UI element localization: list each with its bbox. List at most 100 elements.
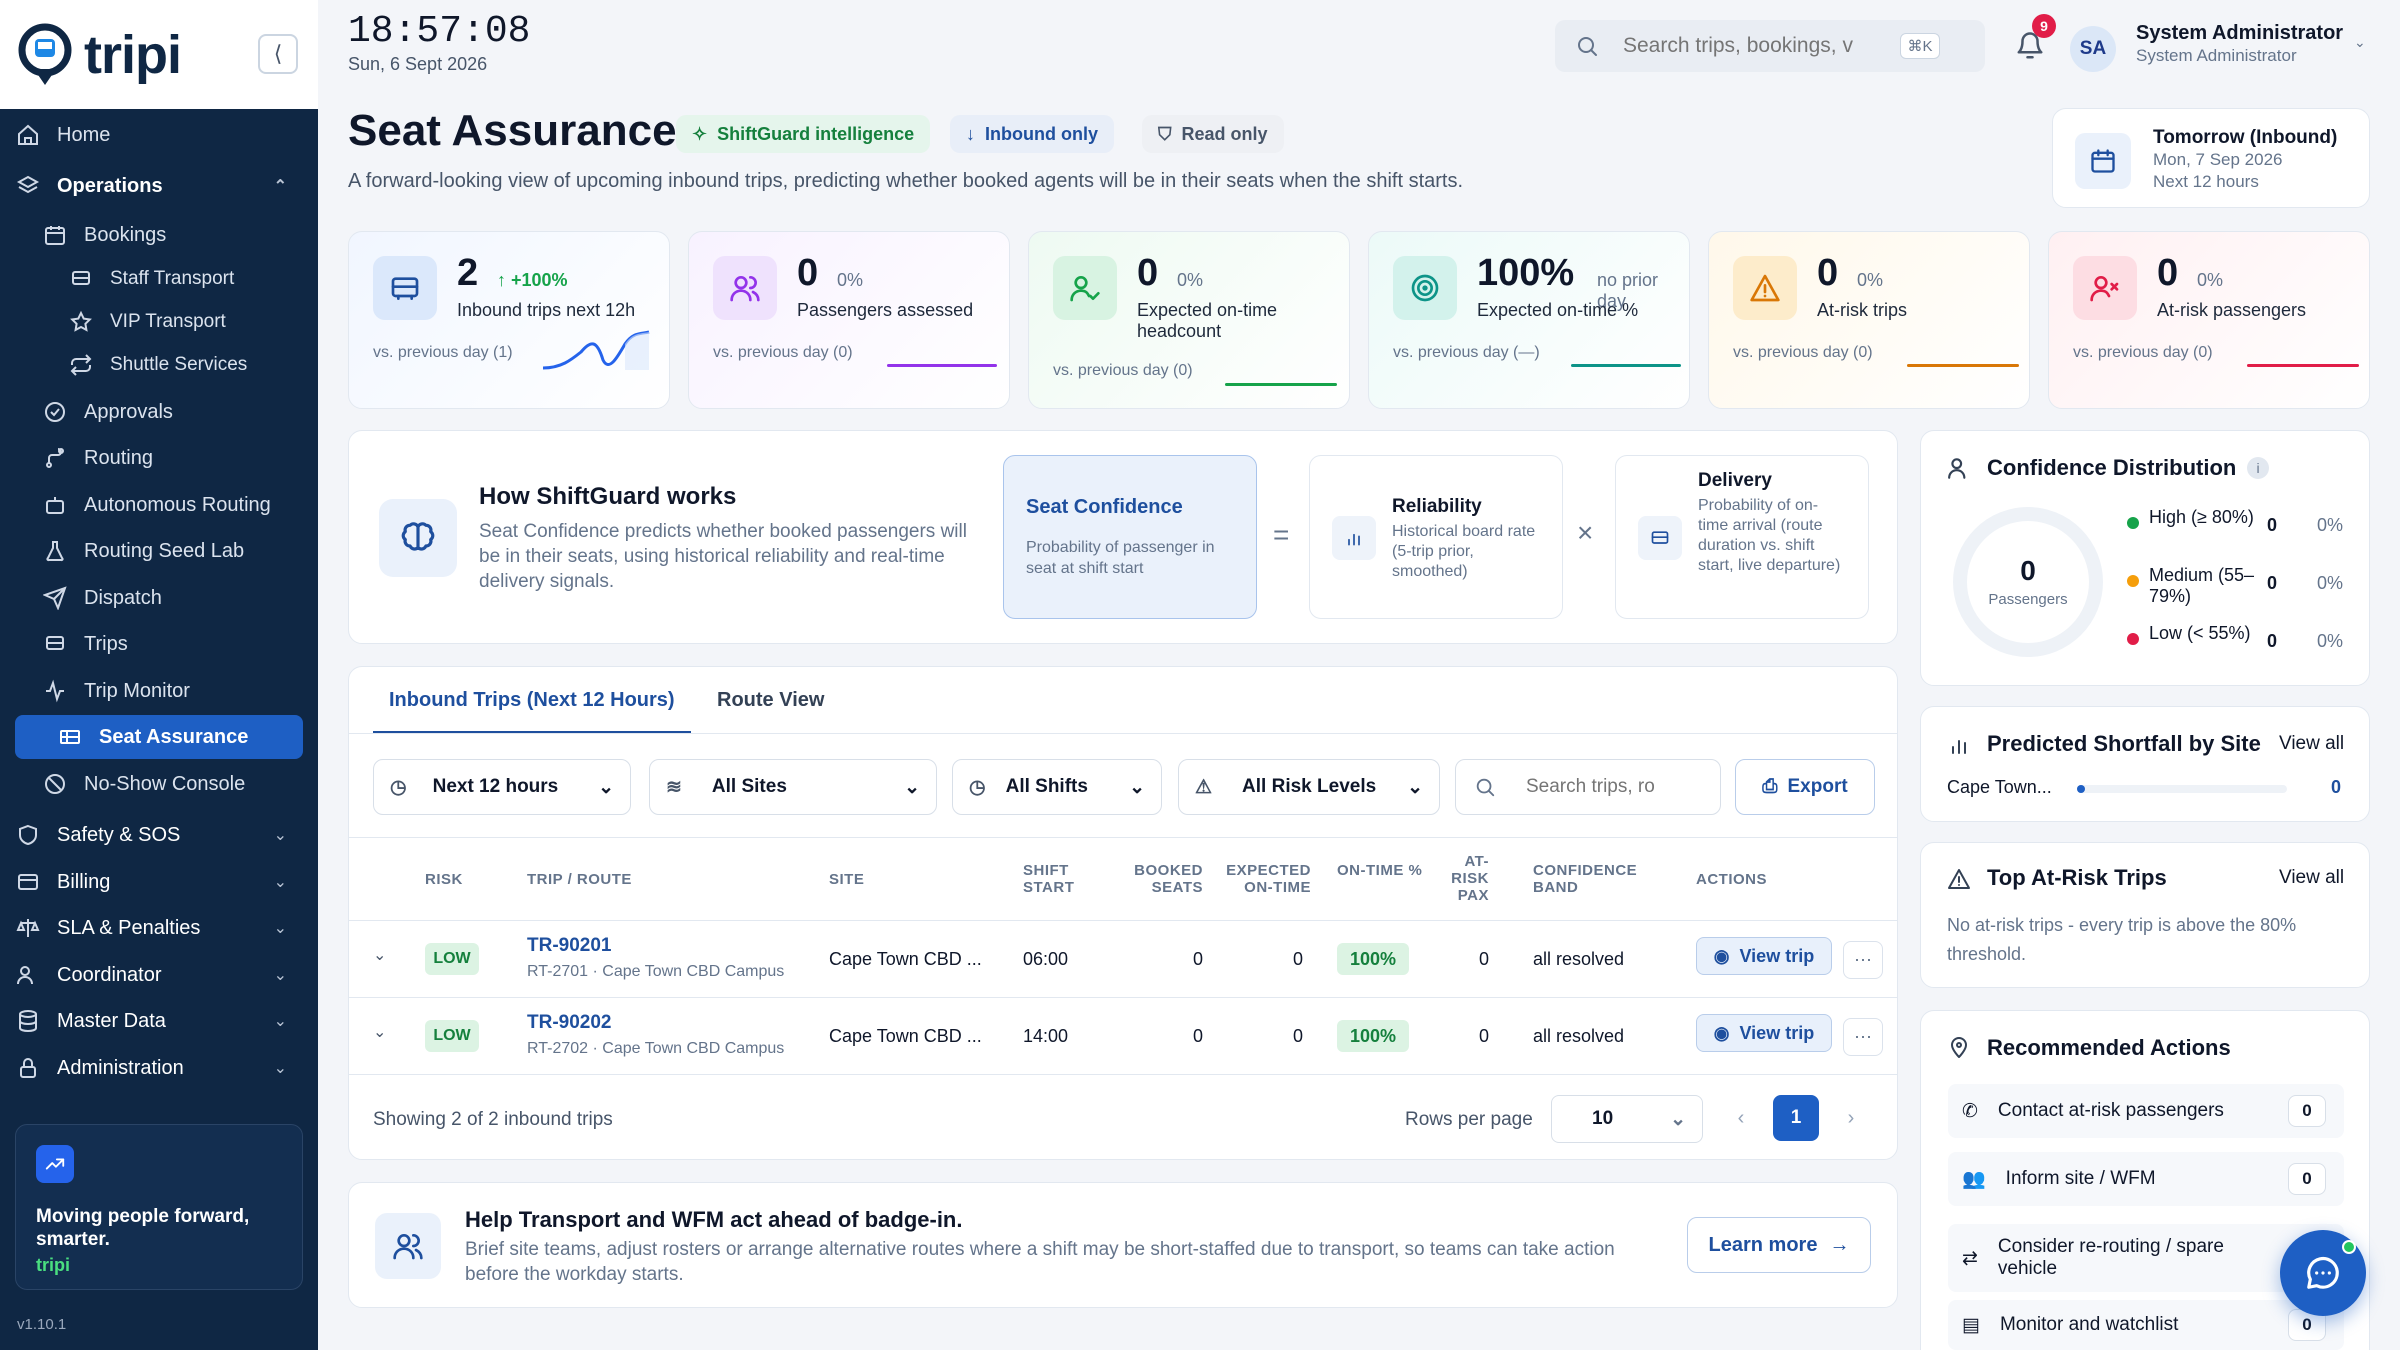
learn-more-button[interactable]: Learn more →	[1687, 1217, 1871, 1273]
prev-page-button[interactable]: ‹	[1719, 1095, 1763, 1141]
clock-time: 18:57:08	[348, 10, 531, 53]
chevron-down-icon: ⌄	[273, 827, 287, 844]
table-row[interactable]: ⌄ LOW TR-90201 RT-2701 · Cape Town CBD C…	[349, 921, 1897, 997]
sparkle-icon: ✧	[692, 123, 708, 144]
global-search[interactable]: ⌘K	[1555, 20, 1985, 72]
sidebar-item-routing[interactable]: Routing	[42, 436, 303, 480]
sidebar-item-no-show-console[interactable]: No-Show Console	[42, 762, 303, 806]
page-button-1[interactable]: 1	[1773, 1095, 1819, 1141]
kpi-value: 0	[1817, 252, 1839, 294]
trip-booked: 0	[1192, 949, 1203, 969]
users-icon	[713, 256, 777, 320]
rows-per-page-select[interactable]: 10 ⌄	[1551, 1095, 1703, 1143]
at-risk-empty: No at-risk trips - every trip is above t…	[1947, 915, 2297, 964]
sidebar-item-seat-assurance[interactable]: Seat Assurance	[15, 715, 303, 759]
col-booked-seats: BOOKED SEATS	[1134, 862, 1203, 896]
kpi-value: 0	[2157, 252, 2179, 294]
more-actions-button[interactable]: ⋯	[1843, 941, 1883, 979]
sidebar-item-billing[interactable]: Billing ⌄	[15, 860, 303, 904]
chevron-down-icon[interactable]: ⌄	[2354, 34, 2366, 51]
search-input[interactable]	[1623, 32, 1863, 60]
action-contact-passengers[interactable]: ✆ Contact at-risk passengers 0	[1948, 1084, 2344, 1138]
inbound-trips-card: Inbound Trips (Next 12 Hours) Route View…	[348, 666, 1898, 1160]
window-date: Mon, 7 Sep 2026	[2153, 150, 2283, 169]
risk-filter[interactable]: ⚠ All Risk Levels ⌄	[1178, 759, 1440, 815]
notification-count: 9	[2032, 14, 2056, 38]
sidebar-item-vip-transport[interactable]: VIP Transport	[68, 300, 303, 344]
window-filter[interactable]: ◷ Next 12 hours ⌄	[373, 759, 631, 815]
scale-icon	[15, 915, 41, 941]
band-medium: Medium (55–79%) 0 0%	[2127, 565, 2357, 609]
sidebar-item-shuttle-services[interactable]: Shuttle Services	[68, 343, 303, 387]
flask-icon	[42, 538, 68, 564]
avatar[interactable]: SA	[2070, 26, 2116, 72]
sidebar-item-safety-sos[interactable]: Safety & SOS ⌄	[15, 813, 303, 857]
sidebar-item-dispatch[interactable]: Dispatch	[42, 576, 303, 620]
more-actions-button[interactable]: ⋯	[1843, 1018, 1883, 1056]
bus-icon	[1638, 516, 1682, 560]
user-name[interactable]: System Administrator	[2136, 22, 2343, 45]
risk-badge: LOW	[425, 943, 479, 975]
sidebar-item-administration[interactable]: Administration ⌄	[15, 1046, 303, 1090]
action-monitor[interactable]: ▤ Monitor and watchlist 0	[1948, 1300, 2344, 1350]
expand-row-icon[interactable]: ⌄	[373, 1022, 386, 1042]
users-icon: 👥	[1962, 1169, 1986, 1190]
kpi-vs: vs. previous day (1)	[373, 344, 513, 361]
trip-at-risk: 0	[1478, 949, 1489, 969]
sidebar-item-staff-transport[interactable]: Staff Transport	[68, 257, 303, 301]
trip-link[interactable]: TR-90201	[527, 935, 612, 957]
app-version: v1.10.1	[17, 1316, 67, 1333]
kpi-sparkline	[2247, 364, 2359, 367]
kpi-delta: ↑ +100%	[497, 270, 568, 290]
time-window-card[interactable]: Tomorrow (Inbound) Mon, 7 Sep 2026 Next …	[2052, 108, 2370, 208]
shift-filter[interactable]: ◷ All Shifts ⌄	[952, 759, 1162, 815]
kpi-sparkline	[1571, 364, 1681, 367]
shortfall-view-all[interactable]: View all	[2279, 733, 2344, 755]
sidebar-item-operations[interactable]: Operations ⌃	[15, 164, 303, 208]
expand-row-icon[interactable]: ⌄	[373, 945, 386, 965]
reliability-box: Reliability Historical board rate (5-tri…	[1309, 455, 1563, 619]
sidebar-item-home[interactable]: Home	[15, 113, 303, 157]
sidebar-item-master-data[interactable]: Master Data ⌄	[15, 999, 303, 1043]
action-inform-site[interactable]: 👥 Inform site / WFM 0	[1948, 1152, 2344, 1206]
view-trip-button[interactable]: ◉ View trip	[1696, 1014, 1832, 1052]
table-search[interactable]	[1455, 759, 1721, 815]
warning-icon	[1948, 869, 1970, 889]
view-trip-button[interactable]: ◉ View trip	[1696, 937, 1832, 975]
confidence-distribution-card: Confidence Distribution i 0 Passengers H…	[1920, 430, 2370, 686]
next-page-button[interactable]: ›	[1829, 1095, 1873, 1141]
table-row[interactable]: ⌄ LOW TR-90202 RT-2702 · Cape Town CBD C…	[349, 998, 1897, 1074]
phone-icon: ✆	[1962, 1100, 1978, 1122]
sidebar-item-bookings[interactable]: Bookings	[42, 213, 303, 257]
sidebar-item-coordinator[interactable]: Coordinator ⌄	[15, 953, 303, 997]
notifications-button[interactable]: 9	[2010, 14, 2056, 66]
chevron-down-icon: ⌄	[1407, 776, 1423, 798]
tag-read-only: ⛉ Read only	[1142, 115, 1284, 153]
export-button[interactable]: ⎙ Export	[1735, 759, 1875, 815]
eye-icon: ◉	[1713, 1022, 1730, 1043]
trip-link[interactable]: TR-90202	[527, 1012, 612, 1034]
at-risk-view-all[interactable]: View all	[2279, 867, 2344, 889]
info-icon[interactable]: i	[2247, 457, 2269, 479]
users-icon	[15, 962, 41, 988]
online-indicator	[2342, 1240, 2356, 1254]
sidebar-item-approvals[interactable]: Approvals	[42, 390, 303, 434]
chevron-down-icon: ⌄	[598, 776, 614, 798]
ban-icon	[42, 771, 68, 797]
sidebar-item-trips[interactable]: Trips	[42, 622, 303, 666]
user-role: System Administrator	[2136, 46, 2297, 65]
sidebar-item-routing-seed-lab[interactable]: Routing Seed Lab	[42, 529, 303, 573]
sidebar-item-trip-monitor[interactable]: Trip Monitor	[42, 669, 303, 713]
site-filter[interactable]: ≋ All Sites ⌄	[649, 759, 937, 815]
table-search-input[interactable]	[1526, 776, 1716, 798]
chat-button[interactable]	[2280, 1230, 2366, 1316]
sidebar-item-autonomous-routing[interactable]: Autonomous Routing	[42, 483, 303, 527]
kpi-at-risk-trips: 0 0% At-risk trips vs. previous day (0)	[1708, 231, 2030, 409]
collapse-sidebar-button[interactable]: ⟨	[258, 34, 298, 74]
tab-route-view[interactable]: Route View	[717, 689, 824, 712]
users-icon	[375, 1213, 441, 1279]
seat-confidence-box: Seat Confidence Probability of passenger…	[1003, 455, 1257, 619]
kpi-label: At-risk trips	[1817, 300, 1907, 320]
tab-inbound-trips[interactable]: Inbound Trips (Next 12 Hours)	[389, 689, 675, 712]
sidebar-item-sla-penalties[interactable]: SLA & Penalties ⌄	[15, 906, 303, 950]
